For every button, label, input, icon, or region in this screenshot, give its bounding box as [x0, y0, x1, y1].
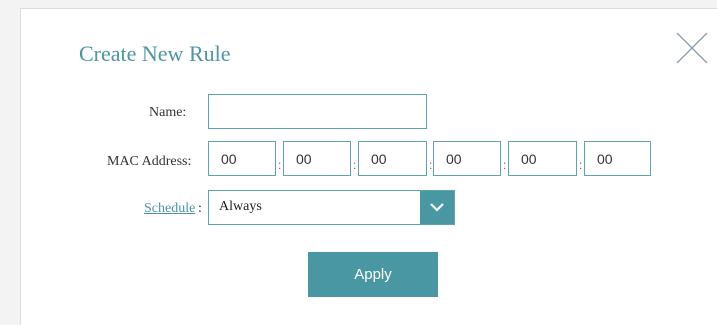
mac-address-label: MAC Address: — [107, 154, 192, 169]
chevron-down-icon — [430, 203, 444, 212]
schedule-link[interactable]: Schedule — [144, 201, 195, 217]
mac-octet-3[interactable] — [358, 141, 427, 176]
mac-separator: : — [429, 158, 433, 172]
mac-octet-2[interactable] — [283, 141, 351, 176]
mac-octet-1[interactable] — [208, 141, 276, 176]
mac-separator: : — [353, 158, 357, 172]
name-label: Name: — [149, 105, 187, 120]
schedule-dropdown-toggle[interactable] — [420, 191, 454, 224]
mac-separator: : — [503, 158, 507, 172]
mac-separator: : — [278, 158, 282, 172]
mac-octet-4[interactable] — [433, 141, 501, 176]
create-rule-dialog: Create New Rule Name: MAC Address: : : :… — [20, 8, 717, 325]
mac-octet-5[interactable] — [508, 141, 577, 176]
mac-octet-6[interactable] — [584, 141, 651, 176]
name-input[interactable] — [208, 94, 427, 129]
dialog-title: Create New Rule — [79, 41, 231, 66]
apply-button[interactable]: Apply — [308, 252, 438, 297]
schedule-colon: : — [198, 201, 202, 216]
close-icon — [676, 32, 708, 64]
close-button[interactable] — [675, 31, 709, 65]
schedule-selected-value: Always — [219, 199, 262, 214]
mac-separator: : — [579, 158, 583, 172]
schedule-select[interactable]: Always — [208, 190, 455, 225]
